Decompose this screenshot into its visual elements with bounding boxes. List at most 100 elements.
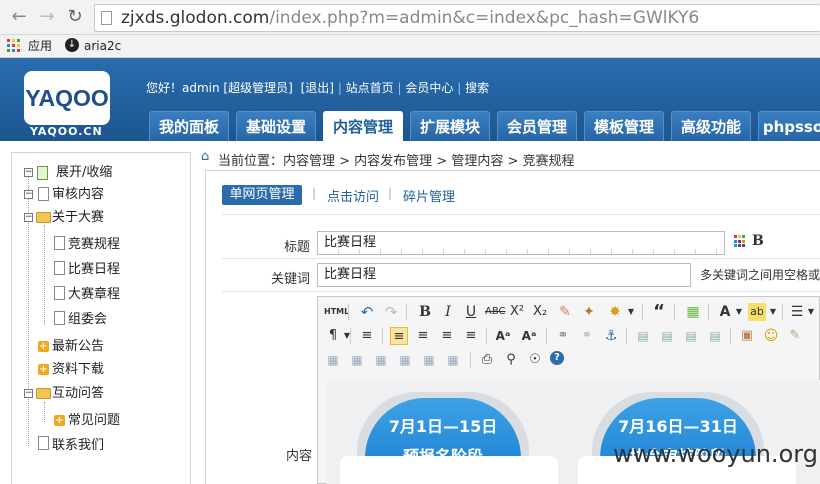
tab-phpsso[interactable]: phpsso [758,111,820,141]
expand-icon[interactable]: + [38,341,49,352]
font-size-down-icon[interactable]: Aᵃ [520,327,538,345]
tab-templates[interactable]: 模板管理 [584,111,664,141]
logout-link[interactable]: [退出] [301,81,334,95]
folder-open-icon [36,388,51,399]
image-center-icon[interactable]: ▤ [706,327,724,345]
bold-icon[interactable]: B [416,303,434,321]
table-delete-icon[interactable]: ▦ [444,351,462,369]
chevron-down-icon[interactable]: ▼ [622,303,640,321]
table-row-icon[interactable]: ▦ [348,351,366,369]
anchor-icon[interactable]: ⚓ [602,327,620,345]
paste-plain-icon[interactable]: ▦ [684,303,702,321]
sidebar-item-faq[interactable]: 常见问题 [68,413,120,429]
image-right-icon[interactable]: ▤ [682,327,700,345]
home-icon: ⌂ [201,149,210,164]
tab-fragment[interactable]: 碎片管理 [403,186,455,205]
search-link[interactable]: 搜索 [465,81,489,95]
site-home-link[interactable]: 站点首页 [346,81,394,95]
font-size-up-icon[interactable]: Aᵃ [494,327,512,345]
unlink-icon[interactable]: ⚭ [578,327,596,345]
chevron-down-icon[interactable]: ▼ [730,303,748,321]
reload-icon[interactable]: ↻ [64,6,86,28]
tab-advanced[interactable]: 高级功能 [671,111,751,141]
indent-icon[interactable]: ≡ [358,327,376,345]
bookmark-aria2c[interactable]: aria2c [84,38,121,54]
redo-icon[interactable]: ↷ [382,303,400,321]
align-justify-icon[interactable]: ≡ [462,327,480,345]
tab-single-page[interactable]: 单网页管理 [222,185,302,205]
sidebar-item-news[interactable]: 最新公告 [52,339,104,355]
table-icon[interactable]: ▦ [324,351,342,369]
folder-open-icon [36,212,51,223]
image-left-icon[interactable]: ▤ [634,327,652,345]
search-replace-icon[interactable]: ☉ [526,351,544,369]
tab-content-management[interactable]: 内容管理 [323,111,403,142]
toolbar-separator [642,304,643,320]
forward-icon[interactable]: → [36,6,58,28]
align-right-icon[interactable]: ≡ [438,327,456,345]
emoticon-icon[interactable]: ☺ [762,327,780,345]
table-split-icon[interactable]: ▦ [420,351,438,369]
blockquote-icon[interactable]: “ [650,303,668,321]
collapse-icon[interactable]: − [24,389,33,398]
undo-icon[interactable]: ↶ [358,303,376,321]
keywords-field[interactable]: 比赛日程 [317,263,691,287]
sidebar-item-rules[interactable]: 竞赛规程 [68,237,120,253]
format-painter-icon[interactable]: ✦ [580,303,598,321]
html-source-icon[interactable]: HTML [324,303,349,321]
apps-icon[interactable] [7,39,20,52]
sidebar-item-charter[interactable]: 大赛章程 [68,287,120,303]
sidebar-item-about[interactable]: 关于大赛 [52,210,104,226]
strikethrough-icon[interactable]: ABC [485,303,506,321]
back-icon[interactable]: ← [8,6,30,28]
url-host: zjxds.glodon.com [121,8,270,28]
scrawl-icon[interactable]: ✎ [786,327,804,345]
chevron-down-icon[interactable]: ▼ [338,327,356,345]
table-col-icon[interactable]: ▦ [372,351,390,369]
tab-basic-settings[interactable]: 基础设置 [236,111,316,141]
address-bar[interactable]: zjxds.glodon.com/index.php?m=admin&c=ind… [94,4,820,32]
keywords-hint: 多关键词之间用空格或 [700,268,820,282]
tab-extensions[interactable]: 扩展模块 [410,111,490,141]
table-merge-icon[interactable]: ▦ [396,351,414,369]
title-label: 标题 [283,240,310,255]
logo[interactable]: YAQOO [24,71,110,125]
expand-icon[interactable]: + [38,364,49,375]
chevron-down-icon[interactable]: ▼ [764,303,782,321]
subscript-icon[interactable]: X₂ [531,303,549,321]
italic-icon[interactable]: I [439,303,457,321]
eraser-icon[interactable]: ✎ [556,303,574,321]
color-picker-icon[interactable] [734,235,747,248]
help-icon[interactable]: ? [550,351,564,365]
align-left-icon[interactable]: ≡ [390,327,408,345]
member-center-link[interactable]: 会员中心 [405,81,453,95]
sidebar-item-downloads[interactable]: 资料下载 [52,362,104,378]
tab-my-panel[interactable]: 我的面板 [149,111,229,141]
sidebar-item-committee[interactable]: 组委会 [68,312,107,328]
align-center-icon[interactable]: ≡ [414,327,432,345]
tree-line [44,225,45,325]
link-icon[interactable]: ⚭ [554,327,572,345]
print-icon[interactable]: ⎙ [478,351,496,369]
bookmark-apps[interactable]: 应用 [28,38,52,54]
sidebar-item-contact[interactable]: 联系我们 [52,438,104,454]
bold-title-icon[interactable]: B [752,233,764,249]
tab-members[interactable]: 会员管理 [497,111,577,141]
collapse-icon[interactable]: − [24,168,33,177]
insert-image-icon[interactable]: ▣ [738,327,756,345]
expand-icon[interactable]: + [54,415,65,426]
chevron-down-icon[interactable]: ▼ [802,303,820,321]
superscript-icon[interactable]: X² [508,303,526,321]
sidebar-item-qa[interactable]: 互动问答 [52,386,104,402]
sidebar-item-review[interactable]: 审核内容 [52,187,104,203]
document-icon [38,187,49,201]
title-field[interactable]: 比赛日程 [317,231,725,255]
underline-icon[interactable]: U [462,303,480,321]
sidebar-item-toggle[interactable]: 展开/收缩 [56,165,112,181]
sidebar-item-schedule[interactable]: 比赛日程 [68,262,120,278]
collapse-icon[interactable]: − [24,213,33,222]
tab-visit[interactable]: 点击访问 [327,186,379,205]
preview-icon[interactable]: ⚲ [502,351,520,369]
collapse-icon[interactable]: − [24,190,33,199]
image-none-icon[interactable]: ▤ [658,327,676,345]
